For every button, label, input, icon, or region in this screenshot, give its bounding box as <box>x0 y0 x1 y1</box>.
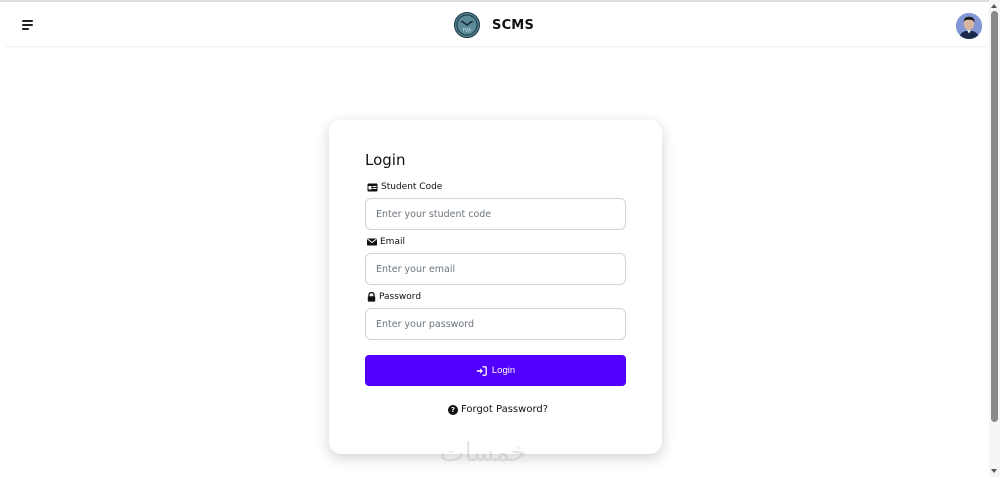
forgot-password-label: Forgot Password? <box>461 404 549 415</box>
window-top-border <box>0 0 1000 2</box>
hamburger-menu-icon-line <box>22 24 33 26</box>
sign-in-icon <box>476 365 487 376</box>
id-card-icon <box>367 183 378 191</box>
hamburger-menu-icon-line-short <box>22 28 29 30</box>
watermark: خمسات <box>440 438 527 468</box>
brand[interactable]: FUA SCMS <box>454 11 534 39</box>
password-label-text: Password <box>379 292 422 302</box>
app-title: SCMS <box>492 17 535 33</box>
student-code-label-text: Student Code <box>381 182 443 192</box>
login-title: Login <box>365 151 406 169</box>
forgot-password-link[interactable]: ? Forgot Password? <box>448 404 548 415</box>
menu-button[interactable] <box>22 19 34 31</box>
email-label-text: Email <box>380 237 405 247</box>
password-input[interactable] <box>365 308 626 340</box>
envelope-icon <box>367 238 377 246</box>
user-avatar[interactable] <box>956 13 982 39</box>
vertical-scrollbar[interactable] <box>989 0 1000 477</box>
password-label: Password <box>367 291 421 303</box>
scroll-up-arrow-icon[interactable] <box>991 4 997 8</box>
student-code-label: Student Code <box>367 181 442 193</box>
hamburger-menu-icon <box>22 20 33 22</box>
question-circle-icon: ? <box>448 404 458 415</box>
login-card: Login Student Code Email Password <box>329 120 662 454</box>
email-input[interactable] <box>365 253 626 285</box>
scms-logo-icon: FUA <box>454 12 480 38</box>
lock-icon <box>367 292 376 302</box>
scrollbar-thumb[interactable] <box>991 11 998 422</box>
email-label: Email <box>367 236 405 248</box>
top-navbar: FUA SCMS <box>6 3 988 47</box>
scroll-down-arrow-icon[interactable] <box>991 469 997 473</box>
svg-text:FUA: FUA <box>463 28 471 33</box>
login-button[interactable]: Login <box>365 355 626 386</box>
login-button-label: Login <box>491 365 516 376</box>
student-code-input[interactable] <box>365 198 626 230</box>
